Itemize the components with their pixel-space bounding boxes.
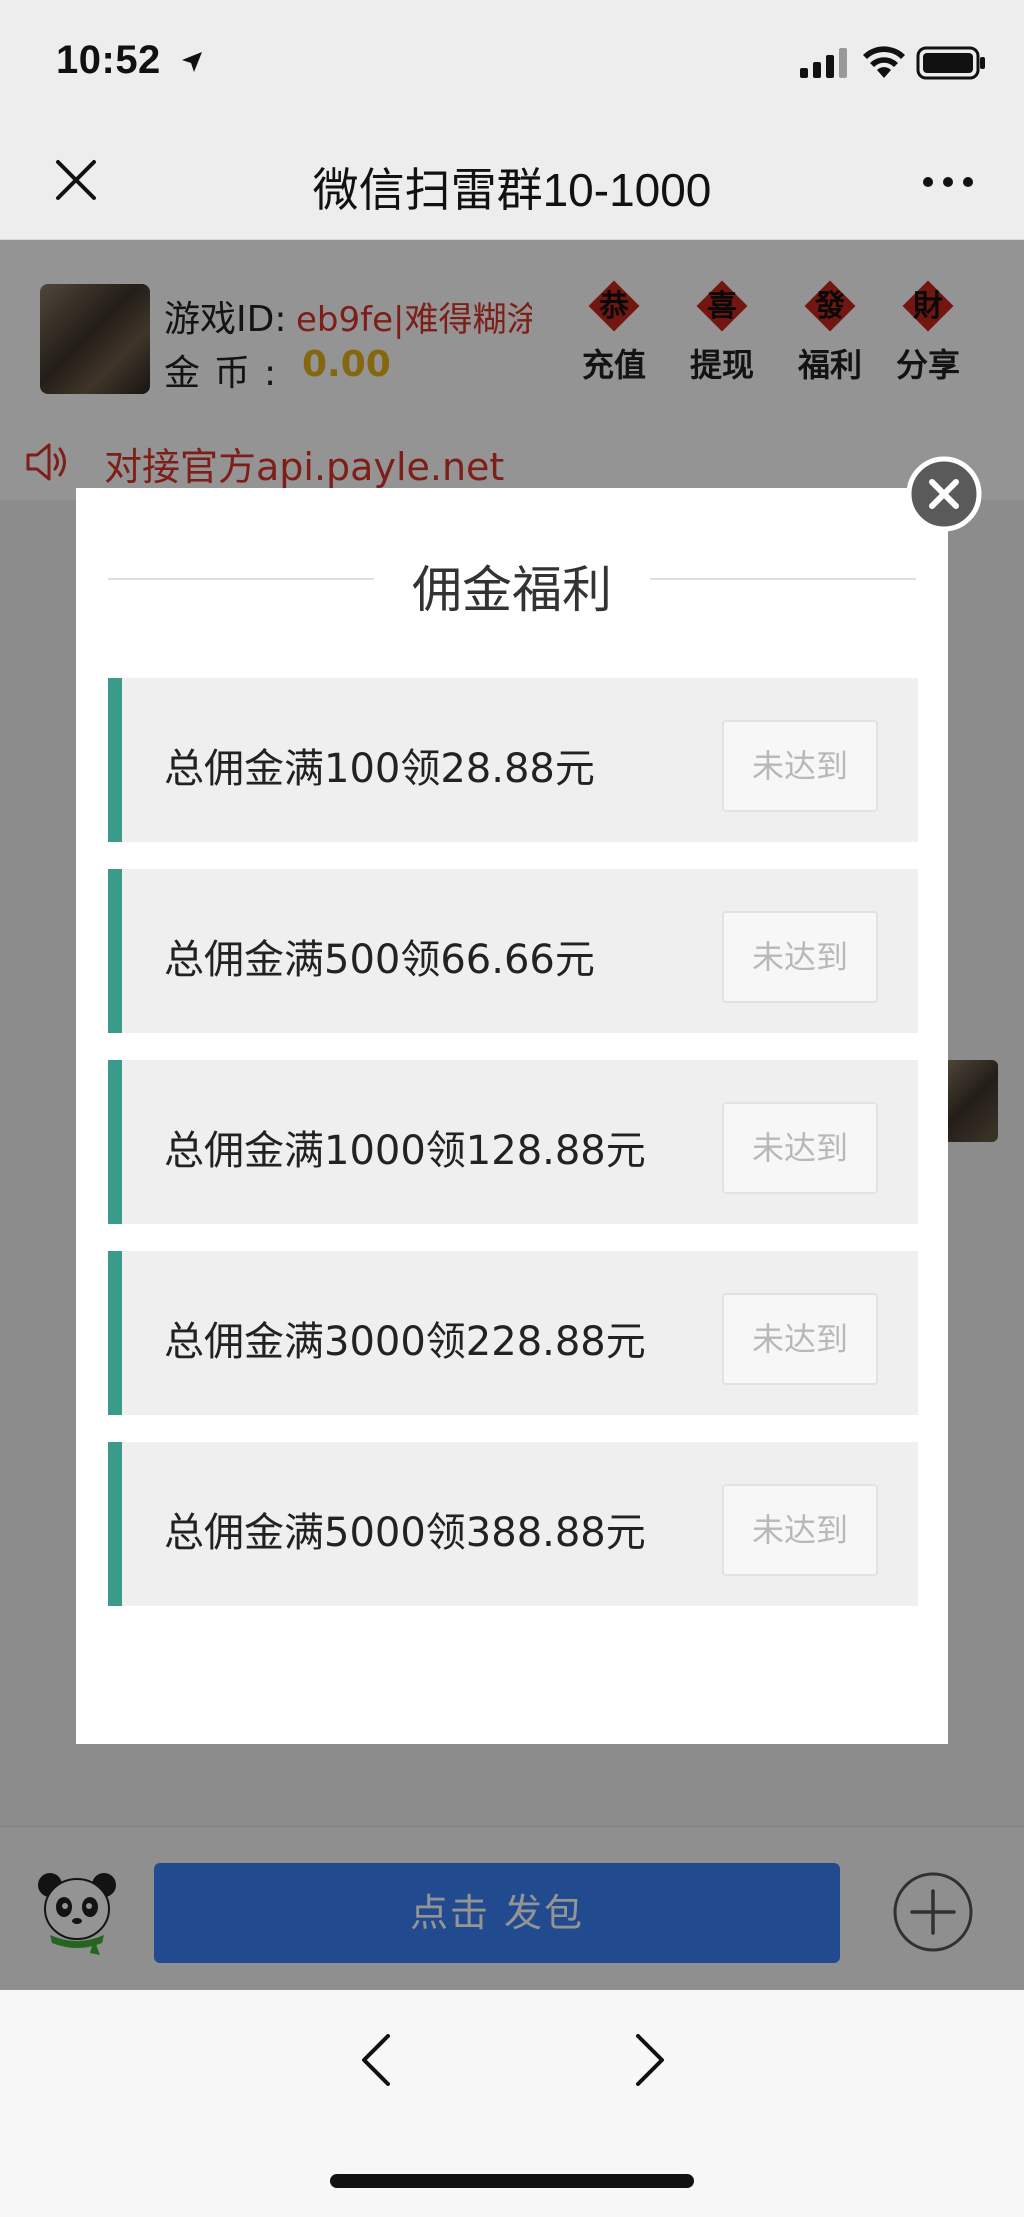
nav-bar: 微信扫雷群10-1000 [0,120,1024,240]
browser-toolbar [0,1990,1024,2217]
claim-button[interactable]: 未达到 [722,911,878,1003]
reward-item: 总佣金满100领28.88元 未达到 [108,678,918,842]
claim-button[interactable]: 未达到 [722,720,878,812]
reward-item: 总佣金满3000领228.88元 未达到 [108,1251,918,1415]
location-arrow-icon [182,52,202,72]
claim-button[interactable]: 未达到 [722,1484,878,1576]
modal-title-row: 佣金福利 [108,550,916,619]
status-bar: 10:52 [0,0,1024,120]
forward-icon[interactable] [632,2032,668,2088]
reward-text: 总佣金满1000领128.88元 [164,1128,646,1174]
divider [108,578,374,580]
wifi-icon [863,46,905,78]
reward-text: 总佣金满100领28.88元 [164,746,595,792]
commission-welfare-modal: 佣金福利 总佣金满100领28.88元 未达到 总佣金满500领66.66元 未… [76,488,948,1744]
back-icon[interactable] [358,2032,394,2088]
home-indicator[interactable] [330,2174,694,2188]
divider [650,578,916,580]
modal-title: 佣金福利 [412,561,612,619]
status-time: 10:52 [56,38,161,82]
signal-icon [800,48,847,78]
claim-button[interactable]: 未达到 [722,1102,878,1194]
reward-text: 总佣金满5000领388.88元 [164,1510,646,1556]
page-title: 微信扫雷群10-1000 [312,164,712,216]
modal-close-icon[interactable] [906,456,982,532]
reward-text: 总佣金满3000领228.88元 [164,1319,646,1365]
claim-button[interactable]: 未达到 [722,1293,878,1385]
reward-item: 总佣金满1000领128.88元 未达到 [108,1060,918,1224]
more-icon[interactable] [922,176,974,188]
reward-list: 总佣金满100领28.88元 未达到 总佣金满500领66.66元 未达到 总佣… [108,678,918,1633]
reward-item: 总佣金满500领66.66元 未达到 [108,869,918,1033]
reward-text: 总佣金满500领66.66元 [164,937,595,983]
reward-item: 总佣金满5000领388.88元 未达到 [108,1442,918,1606]
battery-icon [916,46,985,80]
